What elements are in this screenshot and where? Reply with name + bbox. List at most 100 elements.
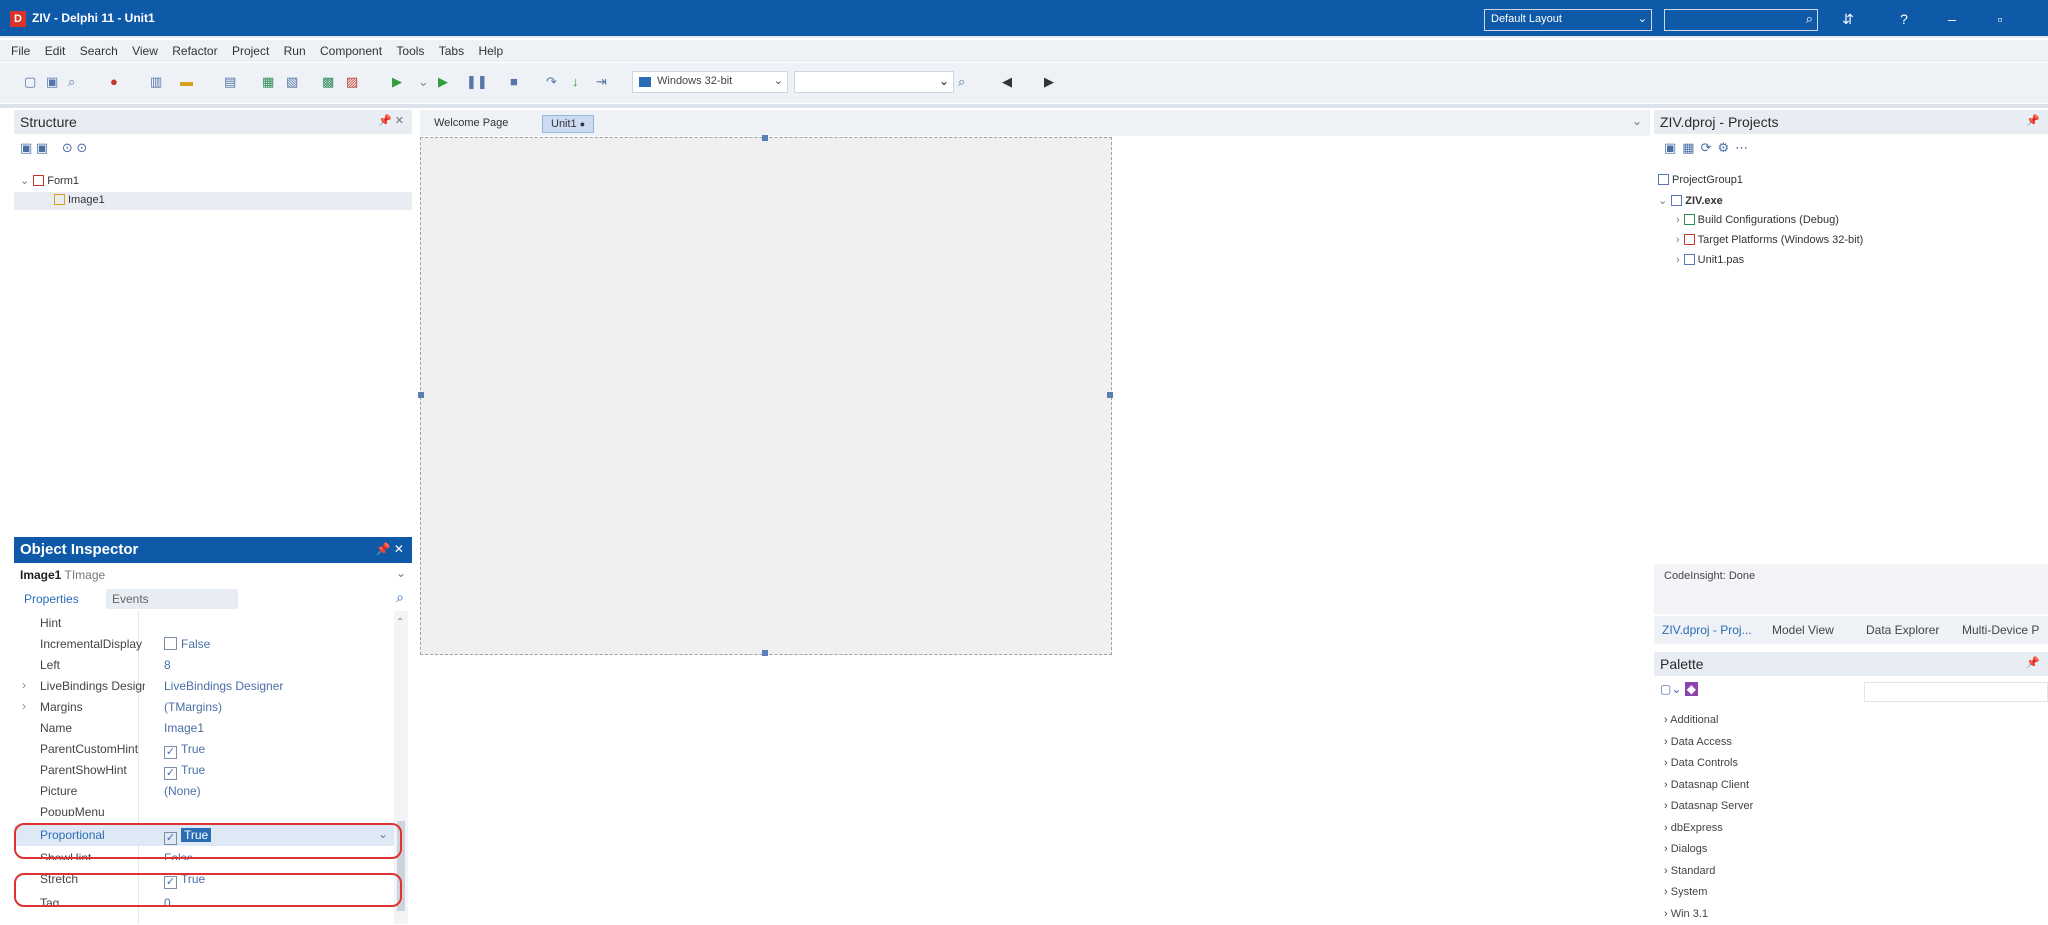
new-file-icon[interactable]: ▢ <box>24 73 36 91</box>
expand-icon[interactable]: ▣ <box>20 140 32 155</box>
back-arrow-icon[interactable]: ◀ <box>1002 73 1012 91</box>
search-icon[interactable]: ⌕ <box>396 589 404 606</box>
view-unit-icon[interactable]: ▨ <box>346 73 358 91</box>
resize-handle[interactable] <box>762 650 768 656</box>
menu-component[interactable]: Component <box>320 44 382 58</box>
reopen-icon[interactable]: ⌕ <box>68 73 75 91</box>
up-arrow-icon[interactable]: ⊙ <box>62 140 73 155</box>
menu-edit[interactable]: Edit <box>45 44 66 58</box>
prop-row-parentcustomhint[interactable]: ParentCustomHint✓True <box>14 739 394 760</box>
menu-refactor[interactable]: Refactor <box>172 44 217 58</box>
sync-icon[interactable]: ⇵ <box>1834 8 1862 30</box>
prop-row-margins[interactable]: ›Margins(TMargins) <box>14 697 394 718</box>
chevron-down-icon[interactable]: ⌄ <box>1632 114 1642 128</box>
open-project-icon[interactable]: ▬ <box>180 73 193 91</box>
pause-icon[interactable]: ❚❚ <box>466 73 488 91</box>
open-icon[interactable]: ▣ <box>46 73 58 91</box>
tree-item-unit1[interactable]: ›Unit1.pas <box>1676 254 1744 266</box>
tab-data-explorer[interactable]: Data Explorer <box>1866 623 1939 637</box>
tab-model-view[interactable]: Model View <box>1772 623 1834 637</box>
chevron-right-icon[interactable]: › <box>22 678 26 692</box>
target-platform-select[interactable]: Windows 32-bit ⌄ <box>632 71 788 93</box>
collapse-icon[interactable]: ▣ <box>36 140 48 155</box>
tree-item-form1[interactable]: ⌄Form1 <box>20 174 79 187</box>
menu-run[interactable]: Run <box>284 44 306 58</box>
palette-category[interactable]: › Data Access <box>1664 732 1753 754</box>
palette-category[interactable]: › System <box>1664 882 1753 904</box>
menu-search[interactable]: Search <box>80 44 118 58</box>
checkbox[interactable] <box>164 637 177 650</box>
palette-category[interactable]: › Standard <box>1664 861 1753 883</box>
scroll-up-icon[interactable]: ⌃ <box>396 617 404 628</box>
search-icon[interactable]: ⌕ <box>958 73 965 91</box>
palette-category[interactable]: › Win 3.1 <box>1664 904 1753 925</box>
palette-category[interactable]: › Additional <box>1664 710 1753 732</box>
configuration-select[interactable]: ⌄ <box>794 71 954 93</box>
tree-item-projectgroup[interactable]: ProjectGroup1 <box>1658 174 1743 186</box>
checkbox[interactable]: ✓ <box>164 746 177 759</box>
prop-row-incrementaldisplay[interactable]: IncrementalDisplayFalse <box>14 634 394 655</box>
more-icon[interactable]: ⋯ <box>1735 140 1754 155</box>
palette-search-input[interactable] <box>1864 682 2048 702</box>
pin-icon[interactable]: 📌 <box>2026 656 2040 669</box>
tree-item-image1[interactable]: Image1 <box>14 192 412 210</box>
run-until-return-icon[interactable]: ⇥ <box>596 73 607 91</box>
tab-properties[interactable]: Properties <box>24 592 79 606</box>
filter-icon[interactable]: ◆ <box>1685 682 1698 696</box>
close-tab-icon[interactable]: ● <box>580 119 585 129</box>
palette-category[interactable]: › Data Controls <box>1664 753 1753 775</box>
tab-welcome-page[interactable]: Welcome Page <box>426 115 516 133</box>
palette-category[interactable]: › dbExpress <box>1664 818 1753 840</box>
menu-view[interactable]: View <box>132 44 158 58</box>
chevron-down-icon[interactable]: ⌄ <box>1671 682 1681 696</box>
add-icon[interactable]: ▣ <box>1664 140 1682 155</box>
run-dropdown-icon[interactable]: ⌄ <box>418 73 429 91</box>
close-project-icon[interactable]: ● <box>110 73 118 91</box>
pin-icon[interactable]: 📌 ✕ <box>378 114 404 127</box>
prop-row-picture[interactable]: Picture(None) <box>14 781 394 802</box>
sync-icon[interactable]: ▦ <box>1682 140 1700 155</box>
resize-handle[interactable] <box>418 392 424 398</box>
tab-multi-device[interactable]: Multi-Device P <box>1962 623 2039 637</box>
pin-icon[interactable]: 📌 <box>2026 114 2040 127</box>
menu-tabs[interactable]: Tabs <box>439 44 464 58</box>
save-icon[interactable]: ▤ <box>224 73 236 91</box>
tree-item-target-platforms[interactable]: ›Target Platforms (Windows 32-bit) <box>1676 234 1863 246</box>
run-without-debug-icon[interactable]: ▶ <box>438 73 448 91</box>
new-icon[interactable]: ▢ <box>1660 682 1671 696</box>
resize-handle[interactable] <box>1107 392 1113 398</box>
menu-help[interactable]: Help <box>478 44 503 58</box>
menu-file[interactable]: File <box>11 44 30 58</box>
form-design-surface[interactable] <box>420 137 1112 655</box>
prop-row-popupmenu[interactable]: PopupMenu <box>14 802 394 816</box>
maximize-button[interactable]: ▫ <box>1986 8 2014 30</box>
checkbox[interactable]: ✓ <box>164 767 177 780</box>
refresh-icon[interactable]: ⟳ <box>1701 140 1718 155</box>
tab-events[interactable]: Events <box>106 589 238 609</box>
chevron-right-icon[interactable]: › <box>22 699 26 713</box>
palette-category[interactable]: › Datasnap Client <box>1664 775 1753 797</box>
palette-category[interactable]: › Dialogs <box>1664 839 1753 861</box>
add-file-icon[interactable]: ▧ <box>286 73 298 91</box>
menu-tools[interactable]: Tools <box>396 44 424 58</box>
run-icon[interactable]: ▶ <box>392 73 402 91</box>
step-over-icon[interactable]: ↷ <box>546 73 557 91</box>
layout-selector[interactable]: Default Layout ⌄ <box>1484 9 1652 31</box>
prop-row-name[interactable]: NameImage1 <box>14 718 394 739</box>
forward-arrow-icon[interactable]: ▶ <box>1044 73 1054 91</box>
new-project-icon[interactable]: ▥ <box>150 73 162 91</box>
close-icon[interactable]: 📌 ✕ <box>376 542 404 556</box>
remove-file-icon[interactable]: ▩ <box>322 73 334 91</box>
stop-icon[interactable]: ■ <box>510 73 518 91</box>
prop-row-livebindings[interactable]: ›LiveBindings DesignerLiveBindings Desig… <box>14 676 394 697</box>
ide-search-input[interactable]: ⌕ <box>1664 9 1818 31</box>
menu-project[interactable]: Project <box>232 44 269 58</box>
prop-row-parentshowhint[interactable]: ParentShowHint✓True <box>14 760 394 781</box>
down-arrow-icon[interactable]: ⊙ <box>76 140 87 155</box>
trace-into-icon[interactable]: ↓ <box>572 73 579 91</box>
tab-projects[interactable]: ZIV.dproj - Proj... <box>1662 623 1752 637</box>
help-icon[interactable]: ? <box>1890 8 1918 30</box>
tab-unit1[interactable]: Unit1 ● <box>542 115 594 133</box>
gear-icon[interactable]: ⚙ <box>1718 140 1736 155</box>
prop-row-left[interactable]: Left8 <box>14 655 394 676</box>
